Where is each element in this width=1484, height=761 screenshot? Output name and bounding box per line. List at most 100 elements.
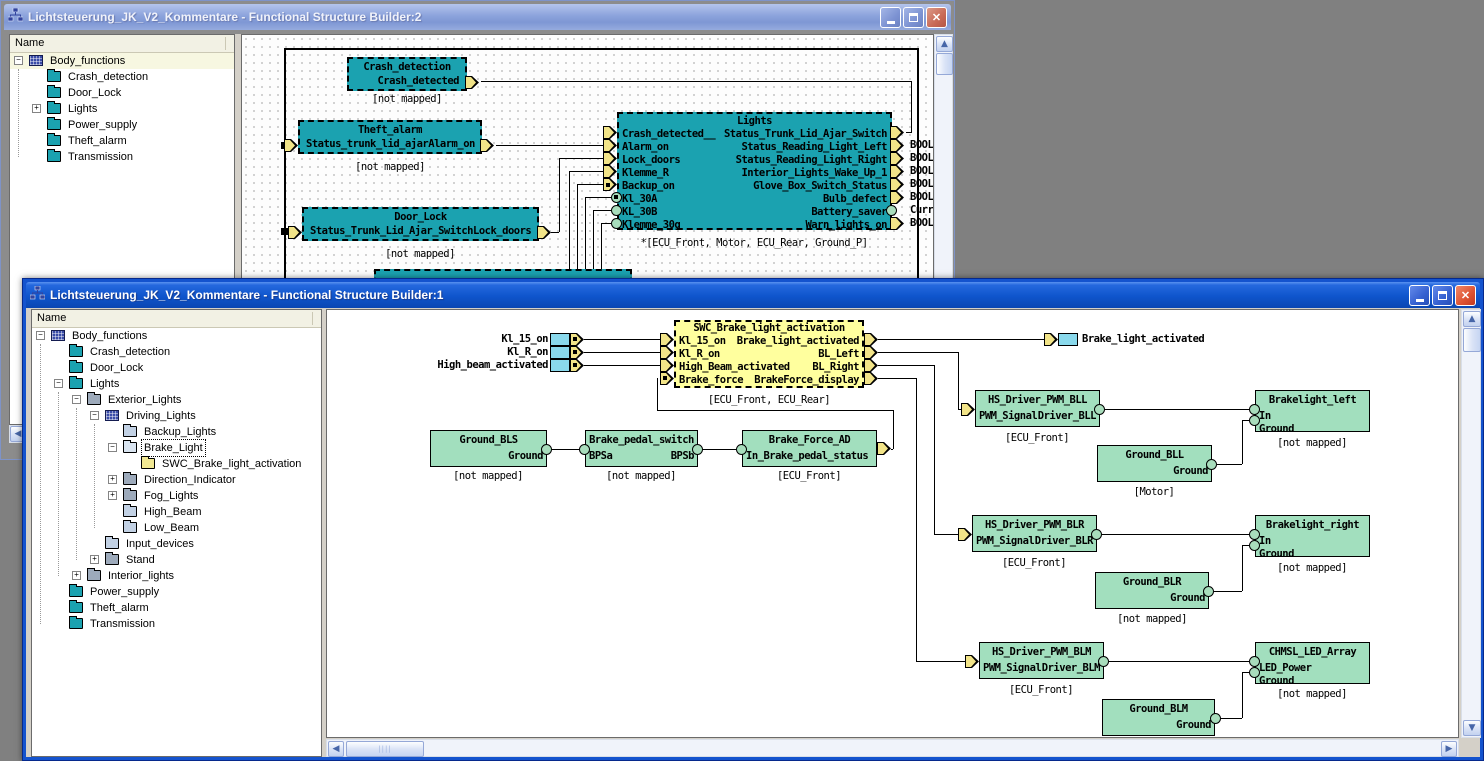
tree-item-door_lock[interactable]: Door_Lock xyxy=(10,85,234,101)
port-circle-icon[interactable] xyxy=(1206,459,1217,470)
port-circle-icon[interactable] xyxy=(611,205,622,216)
port-arrow-icon[interactable] xyxy=(288,226,302,239)
port-arrow-icon[interactable] xyxy=(480,139,494,152)
expand-toggle-icon[interactable]: + xyxy=(108,491,117,500)
port-circle-icon[interactable] xyxy=(886,205,897,216)
collapse-toggle-icon[interactable]: − xyxy=(72,395,81,404)
collapse-toggle-icon[interactable]: − xyxy=(90,411,99,420)
collapse-toggle-icon[interactable]: − xyxy=(108,443,117,452)
signal-connector-icon[interactable] xyxy=(1058,333,1078,346)
block-theft-alarm[interactable]: Theft_alarm Status_trunk_lid_ajarAlarm_o… xyxy=(298,120,482,154)
port-arrow-icon[interactable] xyxy=(465,76,479,89)
scroll-left-icon[interactable]: ◀ xyxy=(328,741,344,757)
expand-toggle-icon[interactable]: + xyxy=(32,104,41,113)
port-arrow-icon[interactable] xyxy=(864,372,878,385)
block-brake-pedal-switch[interactable]: Brake_pedal_switch BPSaBPSb xyxy=(585,430,698,467)
port-arrow-icon[interactable] xyxy=(958,528,972,541)
tree-item-fog_lights[interactable]: +Fog_Lights xyxy=(32,488,321,504)
expand-toggle-icon[interactable]: + xyxy=(108,475,117,484)
hscrollbar-1[interactable]: ◀ |||| ▶ xyxy=(326,739,1459,757)
scroll-thumb[interactable] xyxy=(1463,328,1481,352)
tree-item-crash_detection[interactable]: Crash_detection xyxy=(10,69,234,85)
vscrollbar-1[interactable]: ▲ ▼ xyxy=(1461,309,1481,738)
block-hs-driver-pwm-blm[interactable]: HS_Driver_PWM_BLM PWM_SignalDriver_BLM xyxy=(979,642,1104,679)
port-circle-icon[interactable] xyxy=(579,444,590,455)
tree-item-direction_indicator[interactable]: +Direction_Indicator xyxy=(32,472,321,488)
expand-toggle-icon[interactable]: + xyxy=(90,555,99,564)
port-circle-icon[interactable] xyxy=(1091,529,1102,540)
block-ground-bls[interactable]: Ground_BLS Ground xyxy=(430,430,547,467)
minimize-button[interactable] xyxy=(1409,285,1430,306)
port-arrow-icon[interactable] xyxy=(864,333,878,346)
maximize-button[interactable] xyxy=(1432,285,1453,306)
port-circle-icon[interactable] xyxy=(1249,667,1260,678)
collapse-toggle-icon[interactable]: − xyxy=(14,56,23,65)
block-brakelight-left[interactable]: Brakelight_left In Ground xyxy=(1255,390,1370,432)
port-arrow-icon[interactable] xyxy=(890,165,904,178)
port-circle-icon[interactable] xyxy=(1210,713,1221,724)
tree-item-theft_alarm[interactable]: Theft_alarm xyxy=(10,133,234,149)
tree-item-high_beam[interactable]: High_Beam xyxy=(32,504,321,520)
block-brake-force-ad[interactable]: Brake_Force_AD In_Brake_pedal_status xyxy=(742,430,877,467)
port-circle-icon[interactable] xyxy=(1249,529,1260,540)
port-arrow-icon[interactable] xyxy=(603,152,617,165)
port-circle-icon[interactable] xyxy=(1203,586,1214,597)
scroll-thumb[interactable] xyxy=(936,53,953,75)
tree-item-crash_detection[interactable]: Crash_detection xyxy=(32,344,321,360)
port-circle-icon[interactable] xyxy=(1249,404,1260,415)
tree-item-driving_lights[interactable]: −Driving_Lights xyxy=(32,408,321,424)
scroll-right-icon[interactable]: ▶ xyxy=(1441,741,1457,757)
port-arrow-icon[interactable] xyxy=(537,226,551,239)
tree-item-exterior_lights[interactable]: −Exterior_Lights xyxy=(32,392,321,408)
port-arrow-icon[interactable] xyxy=(965,655,979,668)
port-arrow-icon[interactable] xyxy=(890,126,904,139)
titlebar[interactable]: Lichtsteuerung_JK_V2_Kommentare - Functi… xyxy=(4,4,951,30)
block-lights[interactable]: Lights Crash_detected__Status_Trunk_Lid_… xyxy=(617,112,892,230)
titlebar[interactable]: Lichtsteuerung_JK_V2_Kommentare - Functi… xyxy=(26,282,1480,308)
port-arrow-icon[interactable] xyxy=(603,139,617,152)
port-arrow-icon[interactable] xyxy=(864,359,878,372)
boundary-port[interactable] xyxy=(281,228,288,235)
tree-item-transmission[interactable]: Transmission xyxy=(32,616,321,632)
tree-item-theft_alarm[interactable]: Theft_alarm xyxy=(32,600,321,616)
block-ground-blm[interactable]: Ground_BLM Ground xyxy=(1102,699,1215,736)
port-arrow-icon[interactable] xyxy=(660,346,674,359)
port-circle-icon[interactable] xyxy=(1249,656,1260,667)
port-arrow-icon[interactable] xyxy=(864,346,878,359)
block-hs-driver-pwm-bll[interactable]: HS_Driver_PWM_BLL PWM_SignalDriver_BLL xyxy=(975,390,1100,427)
tree-item-swc_brake_light_activation[interactable]: SWC_Brake_light_activation xyxy=(32,456,321,472)
collapse-toggle-icon[interactable]: − xyxy=(36,331,45,340)
port-arrow-icon[interactable] xyxy=(890,178,904,191)
scroll-up-icon[interactable]: ▲ xyxy=(936,36,953,52)
scroll-up-icon[interactable]: ▲ xyxy=(1463,311,1481,327)
block-crash-detection[interactable]: Crash_detection Crash_detected xyxy=(347,57,467,91)
port-arrow-icon[interactable] xyxy=(890,152,904,165)
expand-toggle-icon[interactable]: + xyxy=(72,571,81,580)
tree-item-power_supply[interactable]: Power_supply xyxy=(10,117,234,133)
tree-item-interior_lights[interactable]: +Interior_lights xyxy=(32,568,321,584)
tree-item-body_functions[interactable]: −Body_functions xyxy=(10,53,234,69)
close-button[interactable]: ✕ xyxy=(1455,285,1476,306)
tree-item-stand[interactable]: +Stand xyxy=(32,552,321,568)
close-button[interactable]: ✕ xyxy=(926,7,947,28)
block-ground-blr[interactable]: Ground_BLR Ground xyxy=(1095,572,1209,609)
port-arrow-icon[interactable] xyxy=(1044,333,1058,346)
tree-header[interactable]: Name xyxy=(10,35,234,53)
tree-item-brake_light[interactable]: −Brake_Light xyxy=(32,440,321,456)
tree-item-body_functions[interactable]: −Body_functions xyxy=(32,328,321,344)
scroll-thumb[interactable]: |||| xyxy=(346,741,424,757)
tree-item-transmission[interactable]: Transmission xyxy=(10,149,234,165)
port-arrow-icon[interactable] xyxy=(890,191,904,204)
port-circle-icon[interactable] xyxy=(1094,404,1105,415)
minimize-button[interactable] xyxy=(880,7,901,28)
port-arrow-icon[interactable] xyxy=(284,139,298,152)
port-arrow-icon[interactable] xyxy=(660,359,674,372)
port-circle-icon[interactable] xyxy=(736,444,747,455)
port-circle-icon[interactable] xyxy=(1249,540,1260,551)
block-brakelight-right[interactable]: Brakelight_right In Ground xyxy=(1255,515,1370,557)
tree-item-low_beam[interactable]: Low_Beam xyxy=(32,520,321,536)
port-arrow-icon[interactable] xyxy=(890,217,904,230)
signal-connector-icon[interactable] xyxy=(550,346,570,359)
tree-item-lights[interactable]: −Lights xyxy=(32,376,321,392)
scroll-down-icon[interactable]: ▼ xyxy=(1463,720,1481,736)
